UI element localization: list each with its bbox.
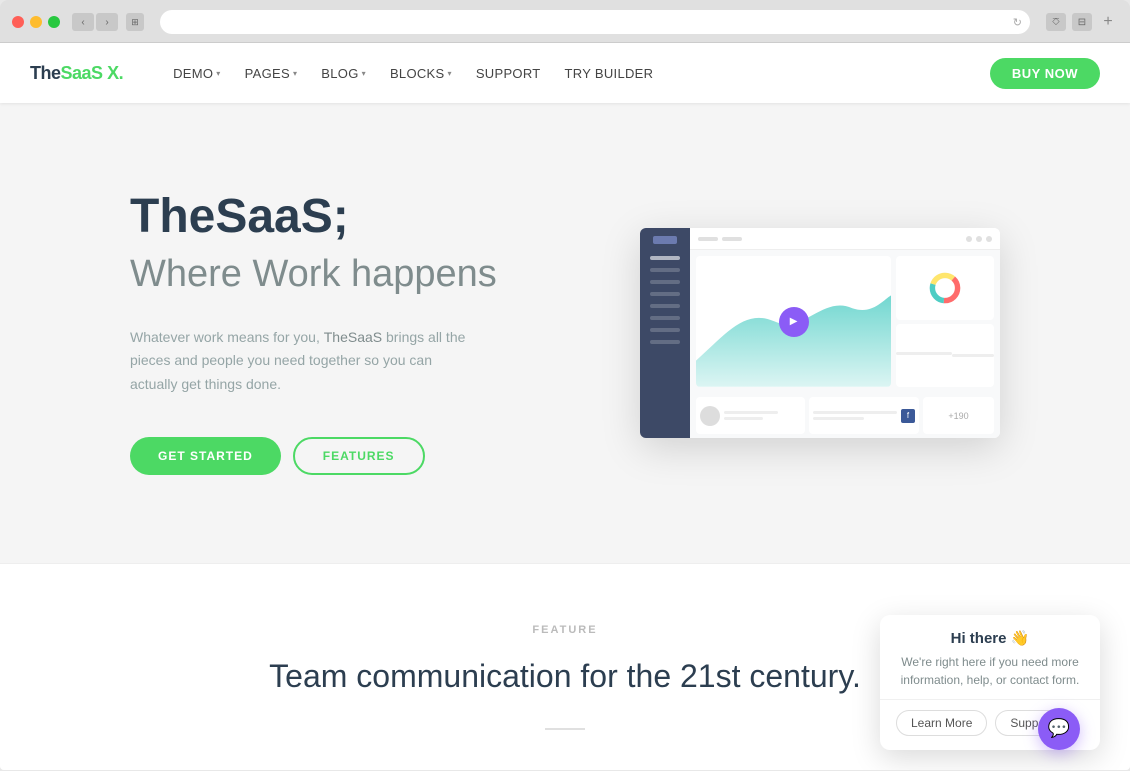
features-button[interactable]: FEATURES (293, 437, 425, 475)
info-panel (896, 324, 994, 388)
sidebar-item (650, 268, 680, 272)
close-button[interactable] (12, 16, 24, 28)
dashboard-main: ▶ (690, 228, 1000, 438)
nav-arrows: ‹ › (72, 13, 118, 31)
nav-try-builder[interactable]: TRY BUILDER (555, 60, 664, 87)
sidebar-item (650, 304, 680, 308)
new-tab-button[interactable]: + (1098, 13, 1118, 31)
chat-fab-button[interactable]: 💬 (1038, 708, 1080, 750)
bottom-section: FEATURE Team communication for the 21st … (0, 563, 1130, 770)
chat-message: We're right here if you need more inform… (896, 653, 1084, 689)
play-button[interactable]: ▶ (779, 307, 809, 337)
chat-greeting: Hi there 👋 (896, 629, 1084, 647)
topbar-item (698, 237, 718, 241)
donut-chart-svg (927, 270, 963, 306)
topbar-dot (986, 236, 992, 242)
dashboard-mockup: ▶ (640, 228, 1000, 438)
dashboard-sidebar (640, 228, 690, 438)
sidebar-item (650, 316, 680, 320)
sidebar-logo (653, 236, 677, 244)
minimize-button[interactable] (30, 16, 42, 28)
sidebar-item (650, 256, 680, 260)
tab-button[interactable]: ⊞ (126, 13, 144, 31)
right-panels (896, 256, 994, 387)
dashboard-content: ▶ (690, 250, 1000, 393)
nav-links: DEMO ▾ PAGES ▾ BLOG ▾ BLOCKS ▾ SUPPORT T… (163, 60, 990, 87)
brand-logo[interactable]: TheSaaS X. (30, 63, 123, 84)
hero-preview: ▶ (590, 228, 1050, 438)
topbar-dot (966, 236, 972, 242)
navbar: TheSaaS X. DEMO ▾ PAGES ▾ BLOG ▾ BLOCKS … (0, 43, 1130, 103)
hero-section: TheSaaS; Where Work happens Whatever wor… (0, 103, 1130, 563)
blog-arrow-icon: ▾ (362, 69, 366, 78)
get-started-button[interactable]: GET STARTED (130, 437, 281, 475)
learn-more-button[interactable]: Learn More (896, 710, 987, 736)
browser-chrome: ‹ › ⊞ ↻ ⎏ ⊟ + (0, 0, 1130, 43)
traffic-lights (12, 16, 60, 28)
sidebar-item (650, 340, 680, 344)
demo-arrow-icon: ▾ (216, 69, 220, 78)
hero-subtitle: Where Work happens (130, 252, 590, 298)
hero-buttons: GET STARTED FEATURES (130, 437, 590, 475)
nav-support[interactable]: SUPPORT (466, 60, 551, 87)
sidebar-item (650, 292, 680, 296)
buy-now-button[interactable]: BUY NOW (990, 58, 1100, 89)
hero-description: Whatever work means for you, TheSaaS bri… (130, 326, 470, 397)
dashboard-topbar (690, 228, 1000, 250)
refresh-icon: ↻ (1013, 16, 1022, 29)
hero-content: TheSaaS; Where Work happens Whatever wor… (130, 191, 590, 475)
nav-blocks[interactable]: BLOCKS ▾ (380, 60, 462, 87)
nav-blog[interactable]: BLOG ▾ (311, 60, 376, 87)
stats-panel (896, 256, 994, 320)
dashboard-bottom-row: f +190 (690, 393, 1000, 438)
pages-arrow-icon: ▾ (293, 69, 297, 78)
split-button[interactable]: ⊟ (1072, 13, 1092, 31)
browser-actions: ⎏ ⊟ + (1046, 13, 1118, 31)
maximize-button[interactable] (48, 16, 60, 28)
website-content: TheSaaS X. DEMO ▾ PAGES ▾ BLOG ▾ BLOCKS … (0, 43, 1130, 770)
forward-button[interactable]: › (96, 13, 118, 31)
blocks-arrow-icon: ▾ (448, 69, 452, 78)
sidebar-item (650, 280, 680, 284)
nav-demo[interactable]: DEMO ▾ (163, 60, 231, 87)
address-bar[interactable]: ↻ (160, 10, 1030, 34)
share-button[interactable]: ⎏ (1046, 13, 1066, 31)
chat-icon: 💬 (1048, 718, 1070, 739)
sidebar-item (650, 328, 680, 332)
back-button[interactable]: ‹ (72, 13, 94, 31)
hero-title: TheSaaS; (130, 191, 590, 244)
chart-area: ▶ (696, 256, 891, 387)
chat-header: Hi there 👋 We're right here if you need … (880, 615, 1100, 699)
topbar-item (722, 237, 742, 241)
nav-pages[interactable]: PAGES ▾ (235, 60, 308, 87)
topbar-dot (976, 236, 982, 242)
separator (545, 728, 585, 730)
